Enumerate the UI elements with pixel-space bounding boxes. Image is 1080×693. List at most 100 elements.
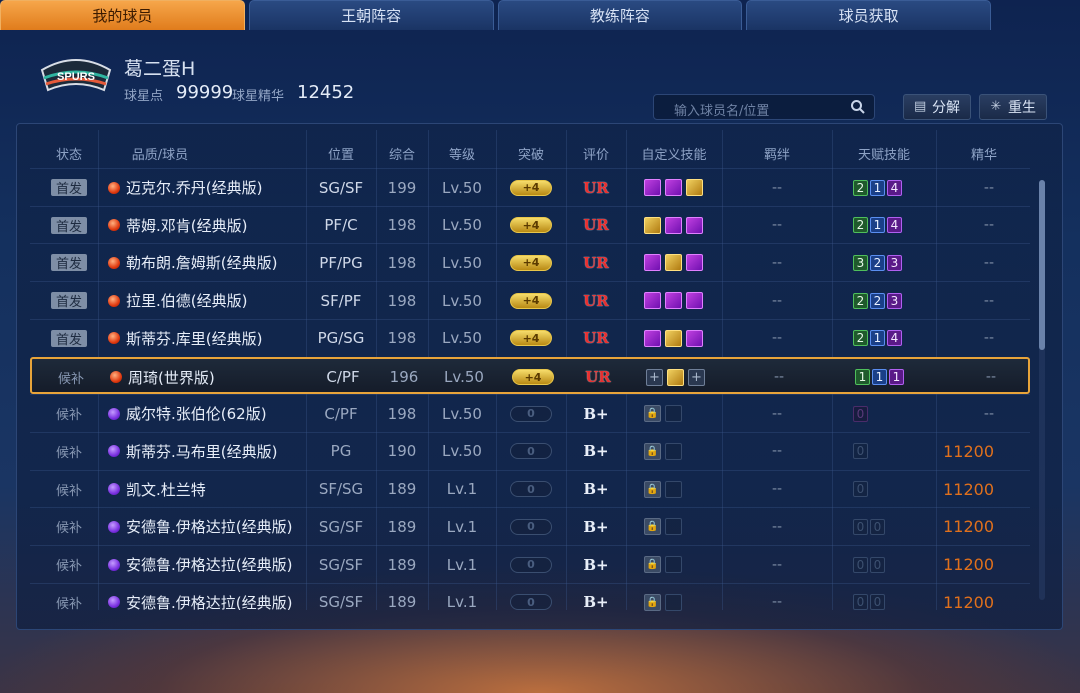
- quality-orb-icon: [108, 520, 120, 533]
- list-scrollbar[interactable]: [1039, 180, 1045, 600]
- bond-cell: --: [722, 546, 832, 583]
- breakthrough-pill: 0: [510, 443, 552, 460]
- col-status: 状态: [55, 148, 82, 163]
- gold-skill-icon[interactable]: [665, 329, 682, 347]
- level-text: Lv.50: [442, 291, 482, 310]
- talent-cell: 214: [850, 169, 940, 206]
- tab-player-acquire[interactable]: 球员获取: [746, 0, 991, 30]
- tab-dynasty-lineup[interactable]: 王朝阵容: [248, 0, 494, 30]
- status-badge: 首发: [51, 216, 87, 235]
- table-row[interactable]: 候补 周琦(世界版) C/PF 196 Lv.50 +4 UR + + -- 1 1 1 --: [30, 356, 1030, 396]
- gold-skill-icon[interactable]: [665, 254, 682, 272]
- status-cell: 首发: [40, 207, 98, 244]
- position-text: SG/SF: [318, 517, 364, 536]
- rating-cell: B+: [566, 546, 626, 583]
- table-row[interactable]: 候补 凯文.杜兰特 SF/SG 189 Lv.1 0 B+ 🔒 -- 0 11200: [30, 469, 1032, 508]
- gold-skill-icon[interactable]: [686, 179, 703, 196]
- player-cell[interactable]: 斯蒂芬.库里(经典版): [108, 320, 308, 357]
- player-cell[interactable]: 威尔特.张伯伦(62版): [108, 395, 308, 432]
- purple-skill-icon[interactable]: [644, 179, 661, 196]
- purple-skill-icon[interactable]: [686, 329, 703, 347]
- table-row[interactable]: 首发 蒂姆.邓肯(经典版) PF/C 198 Lv.50 +4 UR -- 2 1 4 --: [30, 205, 1030, 244]
- lock-icon[interactable]: 🔒: [644, 518, 661, 536]
- status-cell: 候补: [40, 395, 98, 432]
- table-row[interactable]: 候补 安德鲁.伊格达拉(经典版) SG/SF 189 Lv.1 0 B+ 🔒 -- 0 0 11200: [30, 507, 1030, 544]
- purple-skill-icon[interactable]: [644, 329, 661, 347]
- table-row[interactable]: 首发 迈克尔.乔丹(经典版) SG/SF 199 Lv.50 +4 UR -- 2 1 4 --: [30, 168, 1030, 205]
- player-cell[interactable]: 安德鲁.伊格达拉(经典版): [108, 584, 308, 621]
- table-row[interactable]: 首发 斯蒂芬.库里(经典版) PG/SG 198 Lv.50 +4 UR -- 2 1 4 --: [30, 318, 1030, 357]
- purple-skill-icon[interactable]: [644, 292, 661, 310]
- purple-skill-icon[interactable]: [644, 254, 661, 272]
- search-input[interactable]: 输入球员名/位置: [653, 94, 875, 120]
- rating-cell: B+: [566, 584, 626, 621]
- table-row[interactable]: 首发 勒布朗.詹姆斯(经典版) PF/PG 198 Lv.50 +4 UR -- 3 2 3 --: [30, 243, 1030, 280]
- player-cell[interactable]: 安德鲁.伊格达拉(经典版): [108, 508, 308, 545]
- lock-icon[interactable]: 🔒: [644, 556, 661, 573]
- sparkle-icon: ✳: [990, 99, 1002, 114]
- table-row[interactable]: 候补 安德鲁.伊格达拉(经典版) SG/SF 189 Lv.1 0 B+ 🔒 -- 0 0 11200: [30, 545, 1030, 582]
- talent-cell: 00: [850, 546, 940, 583]
- player-cell[interactable]: 凯文.杜兰特: [108, 471, 308, 508]
- col-bond: 羁绊: [763, 148, 790, 163]
- overall-cell: 198: [376, 320, 428, 357]
- scrollbar-thumb[interactable]: [1039, 180, 1045, 350]
- breakthrough-pill: +4: [510, 217, 552, 234]
- player-cell[interactable]: 拉里.伯德(经典版): [108, 282, 308, 319]
- empty-slot-icon[interactable]: [665, 442, 682, 460]
- purple-skill-icon[interactable]: [686, 292, 703, 310]
- search-icon[interactable]: [850, 99, 866, 115]
- table-row[interactable]: 候补 威尔特.张伯伦(62版) C/PF 198 Lv.50 0 B+ 🔒 -- 0 --: [30, 394, 1030, 431]
- essence-cell: 11200: [936, 508, 1032, 545]
- breakthrough-pill: +4: [510, 254, 552, 271]
- level-cell: Lv.1: [428, 546, 496, 583]
- lock-icon[interactable]: 🔒: [644, 480, 661, 498]
- bond-cell: --: [722, 433, 832, 470]
- purple-skill-icon[interactable]: [665, 292, 682, 310]
- player-cell[interactable]: 蒂姆.邓肯(经典版): [108, 207, 308, 244]
- player-cell[interactable]: 安德鲁.伊格达拉(经典版): [108, 546, 308, 583]
- table-row[interactable]: 首发 拉里.伯德(经典版) SF/PF 198 Lv.50 +4 UR -- 2 2 3 --: [30, 281, 1030, 318]
- rating-cell: B+: [566, 433, 626, 470]
- gold-skill-icon[interactable]: [667, 368, 684, 386]
- player-name-text: 斯蒂芬.马布里(经典版): [126, 442, 278, 461]
- bond-text: --: [771, 330, 783, 347]
- overall-text: 198: [387, 216, 417, 235]
- table-row[interactable]: 候补 安德鲁.伊格达拉(经典版) SG/SF 189 Lv.1 0 B+ 🔒 -- 0 0 11200: [30, 582, 1030, 621]
- custom-skills-cell: 🔒: [630, 471, 722, 508]
- player-name-text: 蒂姆.邓肯(经典版): [126, 216, 248, 235]
- purple-skill-icon[interactable]: [686, 216, 703, 234]
- player-name: 葛二蛋H: [124, 58, 196, 80]
- player-cell[interactable]: 迈克尔.乔丹(经典版): [108, 169, 308, 206]
- lock-icon[interactable]: 🔒: [644, 593, 661, 611]
- gold-skill-icon[interactable]: [644, 216, 661, 234]
- rebirth-button[interactable]: ✳ 重生: [979, 94, 1047, 120]
- add-skill-icon[interactable]: +: [688, 368, 705, 386]
- talent-level-badge: 1: [870, 330, 885, 347]
- empty-slot-icon[interactable]: [665, 593, 682, 611]
- purple-skill-icon[interactable]: [665, 216, 682, 234]
- tab-my-players[interactable]: 我的球员: [0, 0, 245, 30]
- player-cell[interactable]: 周琦(世界版): [110, 359, 310, 396]
- purple-skill-icon[interactable]: [686, 254, 703, 272]
- add-skill-icon[interactable]: +: [646, 368, 663, 386]
- tab-coach-lineup[interactable]: 教练阵容: [497, 0, 743, 30]
- talent-cell: 323: [850, 244, 940, 281]
- empty-slot-icon[interactable]: [665, 556, 682, 573]
- purple-skill-icon[interactable]: [665, 179, 682, 196]
- position-text: PG: [330, 442, 352, 461]
- breakthrough-cell: +4: [496, 244, 566, 281]
- table-row[interactable]: 候补 斯蒂芬.马布里(经典版) PG 190 Lv.50 0 B+ 🔒 -- 0 11200: [30, 431, 1030, 470]
- position-text: PF/PG: [319, 253, 363, 272]
- decompose-button[interactable]: ▤ 分解: [903, 94, 971, 120]
- empty-slot-icon[interactable]: [665, 480, 682, 498]
- player-cell[interactable]: 勒布朗.詹姆斯(经典版): [108, 244, 308, 281]
- position-cell: C/PF: [308, 359, 378, 396]
- essence-cell: 11200: [936, 471, 1032, 508]
- empty-slot-icon[interactable]: [665, 518, 682, 536]
- empty-slot-icon[interactable]: [665, 405, 682, 423]
- lock-icon[interactable]: 🔒: [644, 405, 661, 423]
- breakthrough-cell: +4: [496, 207, 566, 244]
- lock-icon[interactable]: 🔒: [644, 442, 661, 460]
- player-cell[interactable]: 斯蒂芬.马布里(经典版): [108, 433, 308, 470]
